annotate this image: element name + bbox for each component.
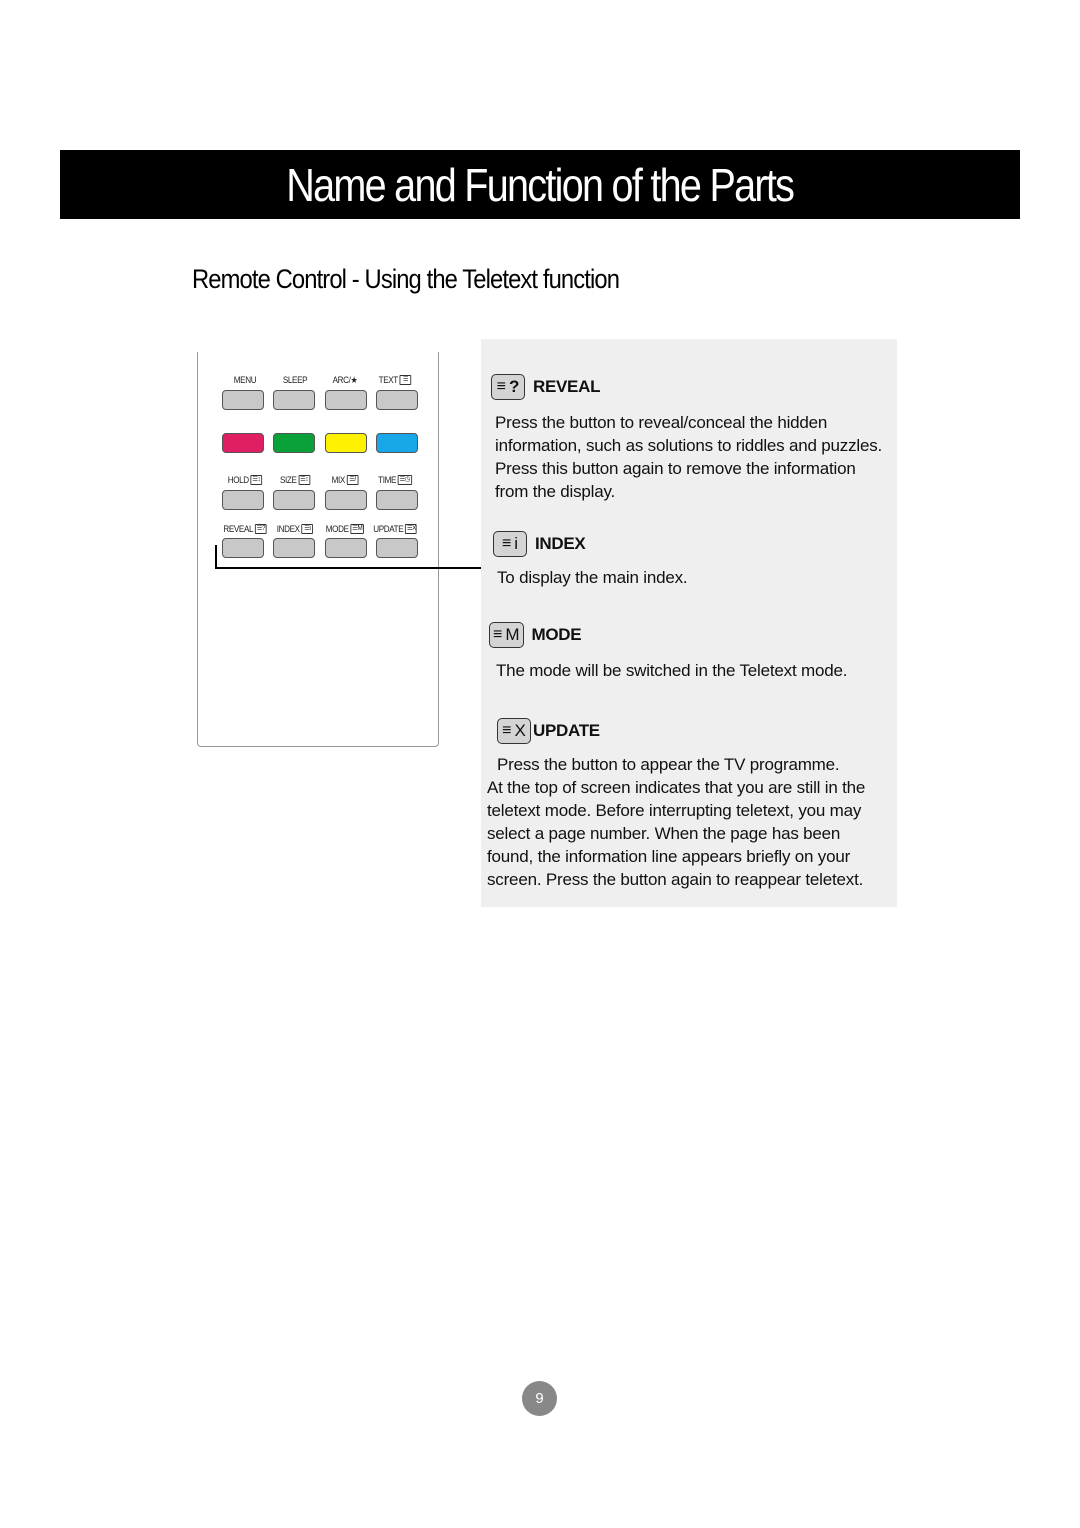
update-title: UPDATE xyxy=(533,721,600,740)
index-key[interactable] xyxy=(273,538,316,558)
remote-key-row xyxy=(222,490,418,510)
yellow-key[interactable] xyxy=(324,433,367,453)
reveal-section-header: ≡? REVEAL xyxy=(491,374,600,400)
menu-key[interactable] xyxy=(222,390,264,410)
mode-title: MODE xyxy=(531,625,582,644)
callout-leader-line xyxy=(215,545,217,569)
page-title: Name and Function of the Parts xyxy=(286,158,796,211)
index-description: To display the main index. xyxy=(497,568,688,587)
mix-key[interactable] xyxy=(324,490,367,510)
index-title: INDEX xyxy=(535,534,586,553)
mode-key[interactable] xyxy=(324,538,367,558)
reveal-key[interactable] xyxy=(222,538,264,558)
mode-section-header: ≡ M MODE xyxy=(489,622,582,648)
time-key[interactable] xyxy=(375,490,418,510)
menu-key-label: MENU xyxy=(233,375,257,385)
hold-icon: ☰↕ xyxy=(250,475,263,485)
hold-key[interactable] xyxy=(222,490,264,510)
reveal-description: Press the button to reveal/conceal the h… xyxy=(495,413,883,501)
remote-color-key-row xyxy=(222,433,418,453)
index-key-label: INDEX ☰i xyxy=(274,522,315,536)
sleep-key-label: SLEEP xyxy=(282,375,308,385)
time-key-label: TIME ☰◷ xyxy=(378,475,412,485)
time-icon: ☰◷ xyxy=(397,475,412,485)
arc-key[interactable] xyxy=(324,390,367,410)
remote-label-row: HOLD ☰↕ SIZE ☰↕ MIX ☰/ TIME ☰◷ xyxy=(222,473,418,487)
update-description: At the top of screen indicates that you … xyxy=(487,778,866,889)
reveal-key-label: REVEAL ☰? xyxy=(223,524,267,534)
size-icon: ☰↕ xyxy=(298,475,311,485)
mode-key-label: MODE ☰M xyxy=(325,524,365,534)
index-section-header: ≡ i INDEX xyxy=(493,531,586,557)
mix-key-label: MIX ☰/ xyxy=(324,473,365,487)
mix-icon: ☰/ xyxy=(346,475,359,485)
page-number-badge: 9 xyxy=(522,1381,557,1416)
callout-leader-line xyxy=(215,567,482,569)
remote-label-row: MENU SLEEP ARC/★ TEXT ☰ xyxy=(222,373,418,387)
mode-button-icon: ≡ M xyxy=(489,622,524,648)
size-key[interactable] xyxy=(273,490,316,510)
remote-control-illustration: MENU SLEEP ARC/★ TEXT ☰ HOLD ☰↕ SIZE ☰↕ MIX… xyxy=(197,352,439,747)
remote-key-row xyxy=(222,390,418,410)
update-key[interactable] xyxy=(375,538,418,558)
blue-key[interactable] xyxy=(375,433,418,453)
mode-icon: ☰M xyxy=(350,524,365,534)
text-key-label: TEXT ☰ xyxy=(374,373,415,387)
reveal-button-icon: ≡? xyxy=(491,374,525,400)
mode-description: The mode will be switched in the Teletex… xyxy=(496,661,848,680)
update-button-icon: ≡ X xyxy=(497,718,531,744)
remote-key-row xyxy=(222,538,418,558)
reveal-title: REVEAL xyxy=(533,377,601,396)
update-icon: ☰X xyxy=(405,524,417,534)
index-icon: ☰i xyxy=(301,524,314,534)
sleep-key[interactable] xyxy=(273,390,316,410)
page-title-bar: Name and Function of the Parts xyxy=(60,150,1020,219)
size-key-label: SIZE ☰↕ xyxy=(279,475,311,485)
update-description-first: Press the button to appear the TV progra… xyxy=(497,755,840,774)
text-icon: ☰ xyxy=(399,375,412,385)
red-key[interactable] xyxy=(222,433,264,453)
remote-label-row: REVEAL ☰? INDEX ☰i MODE ☰M UPDATE ☰X xyxy=(222,522,418,536)
update-section-header: ≡ X UPDATE xyxy=(497,718,600,744)
green-key[interactable] xyxy=(273,433,316,453)
index-button-icon: ≡ i xyxy=(493,531,527,557)
hold-key-label: HOLD ☰↕ xyxy=(227,475,263,485)
arc-key-label: ARC/★ xyxy=(332,374,358,385)
text-key[interactable] xyxy=(375,390,418,410)
reveal-icon: ☰? xyxy=(254,524,267,534)
teletext-info-panel: ≡? REVEAL Press the button to reveal/con… xyxy=(481,339,897,907)
update-key-label: UPDATE ☰X xyxy=(373,524,417,534)
section-subtitle: Remote Control - Using the Teletext func… xyxy=(192,264,620,294)
